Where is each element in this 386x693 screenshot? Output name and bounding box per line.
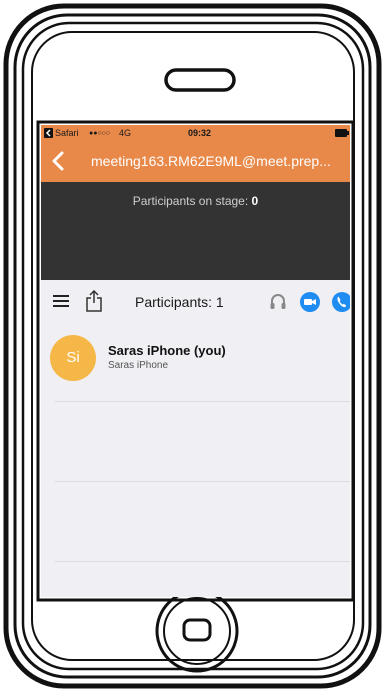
status-bar: Safari ●●○○○ 4G 09:32	[41, 125, 350, 142]
participants-toolbar: Participants: 1	[41, 280, 350, 325]
clock-time: 09:32	[188, 128, 212, 138]
divider	[55, 481, 350, 482]
participants-list: Si Saras iPhone (you) Saras iPhone	[41, 325, 350, 597]
participants-count-title: Participants: 1	[135, 294, 224, 310]
stage-count: 0	[251, 194, 259, 208]
stage-label: Participants on stage:	[132, 194, 249, 208]
back-app-label[interactable]: Safari	[55, 128, 79, 139]
signal-strength-icon: ●●○○○	[89, 130, 111, 137]
stage-area: Participants on stage: 0	[41, 182, 350, 280]
navigation-bar: meeting163.RM62E9ML@meet.prep...	[41, 142, 350, 182]
battery-icon	[335, 129, 349, 140]
phone-call-icon[interactable]	[331, 291, 350, 318]
headphones-icon[interactable]	[270, 293, 286, 315]
menu-icon[interactable]	[53, 294, 69, 313]
back-to-app-icon[interactable]	[44, 128, 53, 141]
network-type: 4G	[119, 128, 132, 138]
avatar: Si	[50, 335, 96, 381]
participant-device: Saras iPhone	[108, 360, 169, 371]
stage-status: Participants on stage: 0	[41, 194, 350, 208]
back-chevron-icon[interactable]	[48, 150, 70, 172]
divider	[55, 401, 350, 402]
share-icon[interactable]	[86, 289, 102, 317]
app-screen: Safari ●●○○○ 4G 09:32 meeting163.RM62E9M…	[41, 125, 350, 597]
meeting-title: meeting163.RM62E9ML@meet.prep...	[91, 153, 331, 169]
participant-name: Saras iPhone (you)	[108, 343, 226, 358]
video-icon[interactable]	[299, 291, 321, 318]
divider	[55, 561, 350, 562]
